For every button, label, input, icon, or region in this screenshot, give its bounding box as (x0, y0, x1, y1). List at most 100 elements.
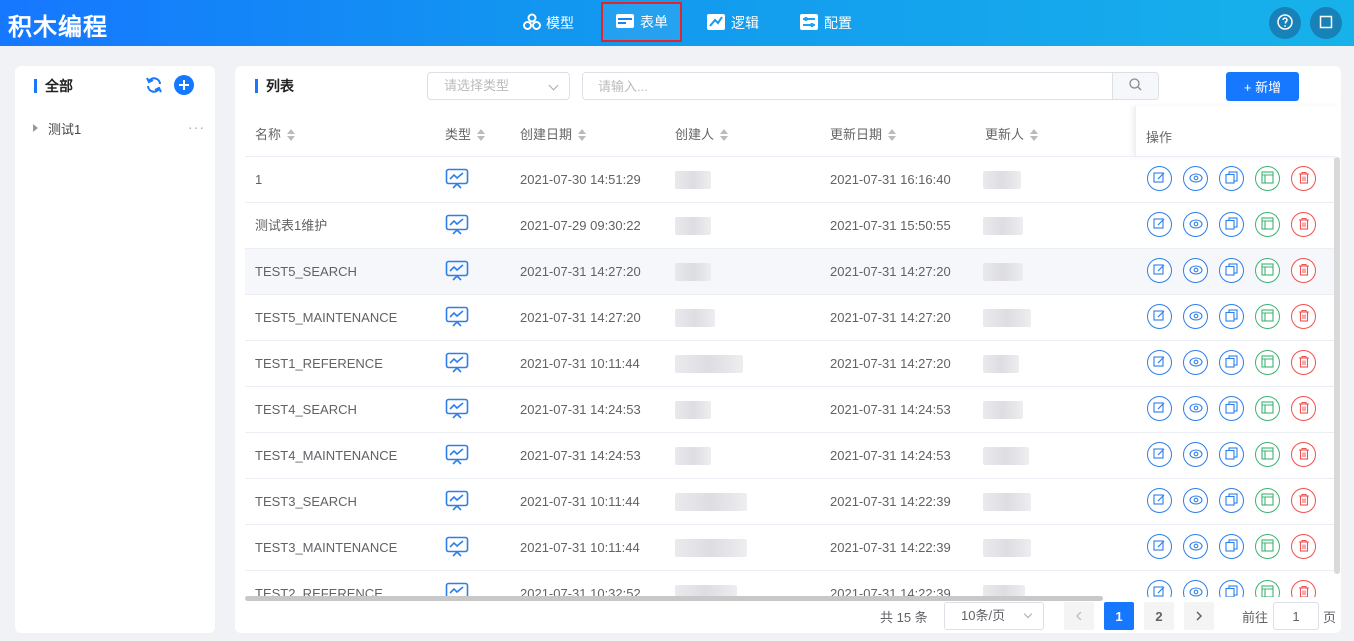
view-button[interactable] (1183, 442, 1208, 467)
updater-redacted (983, 217, 1023, 235)
delete-button[interactable] (1291, 534, 1316, 559)
view-button[interactable] (1183, 212, 1208, 237)
copy-button[interactable] (1219, 534, 1244, 559)
copy-button[interactable] (1219, 442, 1244, 467)
delete-button[interactable] (1291, 396, 1316, 421)
caret-right-icon[interactable] (33, 124, 38, 132)
delete-button[interactable] (1291, 580, 1316, 597)
layout-button[interactable] (1255, 304, 1280, 329)
delete-button[interactable] (1291, 258, 1316, 283)
layout-button[interactable] (1255, 442, 1280, 467)
edit-button[interactable] (1147, 166, 1172, 191)
sort-icon[interactable] (720, 128, 729, 141)
copy-button[interactable] (1219, 396, 1244, 421)
copy-button[interactable] (1219, 212, 1244, 237)
layout-button[interactable] (1255, 212, 1280, 237)
column-creator[interactable]: 创建人 (675, 112, 729, 157)
more-icon[interactable]: ··· (188, 118, 205, 136)
delete-button[interactable] (1291, 350, 1316, 375)
help-button[interactable] (1269, 7, 1301, 39)
horizontal-scrollbar[interactable] (245, 596, 1103, 601)
row-actions (1147, 350, 1316, 375)
edit-button[interactable] (1147, 534, 1172, 559)
delete-button[interactable] (1291, 488, 1316, 513)
copy-button[interactable] (1219, 166, 1244, 191)
nav-logic[interactable]: 逻辑 (706, 0, 759, 46)
view-button[interactable] (1183, 304, 1208, 329)
edit-button[interactable] (1147, 258, 1172, 283)
updater-redacted (983, 355, 1019, 373)
layout-button[interactable] (1255, 258, 1280, 283)
layout-button[interactable] (1255, 580, 1280, 597)
add-button[interactable]: + 新增 (1226, 72, 1299, 101)
table-row[interactable]: TEST2_REFERENCE 2021-07-31 10:32:52 2021-0… (245, 571, 1335, 597)
layout-button[interactable] (1255, 396, 1280, 421)
column-updated-date[interactable]: 更新日期 (830, 112, 897, 157)
table-row[interactable]: TEST4_SEARCH 2021-07-31 14:24:53 2021-07-3… (245, 387, 1335, 433)
nav-config[interactable]: 配置 (799, 0, 852, 46)
delete-button[interactable] (1291, 212, 1316, 237)
nav-model[interactable]: 模型 (523, 0, 574, 46)
table-row[interactable]: 1 2021-07-30 14:51:29 2021-07-31 16:16:40 (245, 157, 1335, 203)
copy-button[interactable] (1219, 488, 1244, 513)
trash-icon (1298, 217, 1310, 233)
edit-button[interactable] (1147, 212, 1172, 237)
table-row[interactable]: TEST3_MAINTENANCE 2021-07-31 10:11:44 2021… (245, 525, 1335, 571)
type-select[interactable]: 请选择类型 (427, 72, 570, 100)
nav-form[interactable]: 表单 (601, 2, 682, 42)
page-size-select[interactable]: 10条/页 (944, 602, 1044, 630)
view-button[interactable] (1183, 534, 1208, 559)
table-row[interactable]: 测试表1维护 2021-07-29 09:30:22 2021-07-31 15:5… (245, 203, 1335, 249)
sort-icon[interactable] (287, 128, 296, 141)
edit-button[interactable] (1147, 442, 1172, 467)
layout-icon (1261, 400, 1274, 417)
view-button[interactable] (1183, 488, 1208, 513)
edit-button[interactable] (1147, 396, 1172, 421)
sort-icon[interactable] (578, 128, 587, 141)
layout-button[interactable] (1255, 488, 1280, 513)
prev-page-button[interactable] (1064, 602, 1094, 630)
view-button[interactable] (1183, 580, 1208, 597)
column-name[interactable]: 名称 (255, 112, 296, 157)
edit-button[interactable] (1147, 580, 1172, 597)
search-input[interactable] (583, 73, 1112, 99)
table-row[interactable]: TEST1_REFERENCE 2021-07-31 10:11:44 2021-0… (245, 341, 1335, 387)
sort-icon[interactable] (888, 128, 897, 141)
table-row[interactable]: TEST5_SEARCH 2021-07-31 14:27:20 2021-07-3… (245, 249, 1335, 295)
delete-button[interactable] (1291, 442, 1316, 467)
page-button-2[interactable]: 2 (1144, 602, 1174, 630)
view-button[interactable] (1183, 258, 1208, 283)
copy-button[interactable] (1219, 580, 1244, 597)
add-category-button[interactable] (174, 74, 194, 96)
layout-button[interactable] (1255, 166, 1280, 191)
view-button[interactable] (1183, 350, 1208, 375)
copy-button[interactable] (1219, 304, 1244, 329)
copy-button[interactable] (1219, 350, 1244, 375)
table-row[interactable]: TEST5_MAINTENANCE 2021-07-31 14:27:20 2021… (245, 295, 1335, 341)
fullscreen-button[interactable] (1310, 7, 1342, 39)
page-button-1[interactable]: 1 (1104, 602, 1134, 630)
delete-button[interactable] (1291, 166, 1316, 191)
table-row[interactable]: TEST4_MAINTENANCE 2021-07-31 14:24:53 2021… (245, 433, 1335, 479)
sort-icon[interactable] (1030, 128, 1039, 141)
search-button[interactable] (1112, 73, 1158, 99)
vertical-scrollbar[interactable] (1334, 157, 1340, 574)
edit-button[interactable] (1147, 350, 1172, 375)
view-button[interactable] (1183, 396, 1208, 421)
tree-node[interactable]: 测试1 ··· (33, 118, 205, 138)
edit-button[interactable] (1147, 488, 1172, 513)
column-created-date[interactable]: 创建日期 (520, 112, 587, 157)
edit-button[interactable] (1147, 304, 1172, 329)
view-button[interactable] (1183, 166, 1208, 191)
refresh-button[interactable] (144, 76, 164, 96)
sort-icon[interactable] (477, 128, 486, 141)
copy-button[interactable] (1219, 258, 1244, 283)
column-updater[interactable]: 更新人 (985, 112, 1039, 157)
table-row[interactable]: TEST3_SEARCH 2021-07-31 10:11:44 2021-07-3… (245, 479, 1335, 525)
goto-page-input[interactable] (1273, 602, 1319, 630)
layout-button[interactable] (1255, 350, 1280, 375)
layout-button[interactable] (1255, 534, 1280, 559)
delete-button[interactable] (1291, 304, 1316, 329)
next-page-button[interactable] (1184, 602, 1214, 630)
column-type[interactable]: 类型 (445, 112, 486, 157)
